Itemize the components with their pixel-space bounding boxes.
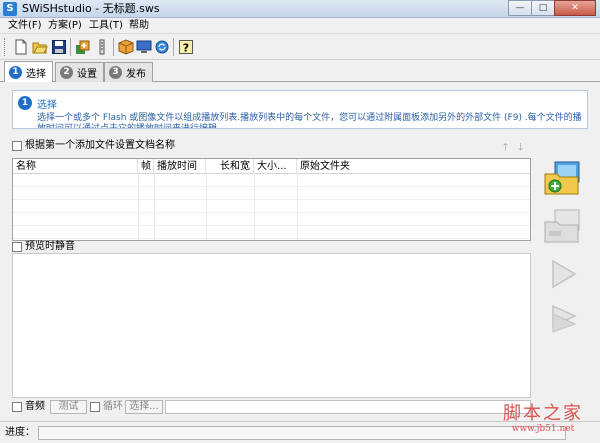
help-icon[interactable]: ?: [178, 39, 194, 55]
toolbar: ?: [0, 34, 600, 60]
tab-label: 发布: [126, 69, 146, 80]
column-divider: [206, 174, 207, 240]
menu-tools[interactable]: 工具(T): [89, 20, 123, 32]
table-row: [13, 187, 530, 200]
minimize-button[interactable]: —: [508, 0, 532, 16]
tab-label: 选择: [26, 69, 46, 80]
new-file-icon[interactable]: [13, 39, 29, 55]
column-header-dimensions[interactable]: 长和宽: [206, 159, 254, 174]
loop-label: 循环: [103, 401, 123, 412]
watermark-url: www.jb51.net: [511, 424, 575, 434]
table-row: [13, 200, 530, 213]
column-header-duration[interactable]: 播放时间: [154, 159, 206, 174]
toolbar-separator: [70, 38, 71, 56]
column-divider: [154, 174, 155, 240]
menu-help[interactable]: 帮助: [129, 20, 149, 32]
column-header-folder[interactable]: 原始文件夹: [297, 159, 530, 174]
info-box: 1 选择 选择一个或多个 Flash 或图像文件以组成播放列表.播放列表中的每个…: [12, 90, 588, 129]
column-header-name[interactable]: 名称: [13, 159, 138, 174]
open-folder-icon[interactable]: [32, 39, 48, 55]
step-number-badge: 3: [109, 66, 122, 79]
package-icon[interactable]: [118, 39, 134, 55]
info-description: 选择一个或多个 Flash 或图像文件以组成播放列表.播放列表中的每个文件，您可…: [37, 113, 582, 129]
progress-bar: [38, 426, 566, 440]
watermark-main: 脚本之家: [503, 403, 583, 424]
toolbar-separator: [173, 38, 174, 56]
remove-files-button[interactable]: [543, 208, 583, 244]
app-logo-icon: S: [3, 2, 17, 16]
preview-area: [12, 253, 531, 398]
properties-icon[interactable]: [94, 39, 110, 55]
menu-project[interactable]: 方案(P): [48, 20, 82, 32]
toolbar-grip[interactable]: [4, 38, 7, 56]
title-bar: S SWiSHstudio - 无标题.sws — □ ✕: [0, 0, 600, 18]
mute-preview-label: 预览时静音: [25, 241, 75, 252]
svg-text:?: ?: [183, 42, 189, 55]
tab-publish[interactable]: 3 发布: [104, 62, 153, 82]
table-row: [13, 174, 530, 187]
close-button[interactable]: ✕: [554, 0, 596, 16]
playlist[interactable]: 名称 帧 播放时间 长和宽 大小... 原始文件夹: [12, 158, 531, 241]
play-button[interactable]: [543, 256, 583, 292]
tab-settings[interactable]: 2 设置: [55, 62, 104, 82]
info-title: 选择: [37, 100, 57, 111]
screen-icon[interactable]: [136, 39, 152, 55]
progress-label: 进度：: [5, 427, 35, 438]
watermark: 脚本之家 www.jb51.net: [503, 403, 583, 435]
column-divider: [138, 174, 139, 240]
audio-file-field[interactable]: [165, 400, 531, 414]
tab-strip: 1 选择 2 设置 3 发布: [0, 60, 600, 83]
table-row: [13, 213, 530, 226]
table-row: [13, 226, 530, 239]
select-panel: 1 选择 选择一个或多个 Flash 或图像文件以组成播放列表.播放列表中的每个…: [0, 82, 600, 421]
move-up-icon[interactable]: 🡑: [503, 140, 508, 157]
save-icon[interactable]: [51, 39, 67, 55]
step-number-badge: 1: [9, 66, 22, 79]
tab-label: 设置: [77, 69, 97, 80]
playlist-header: 名称 帧 播放时间 长和宽 大小... 原始文件夹: [13, 159, 530, 174]
audio-label: 音频: [25, 401, 45, 412]
step-number-badge: 2: [60, 66, 73, 79]
test-button[interactable]: 测试: [50, 400, 87, 414]
column-divider: [254, 174, 255, 240]
audio-controls: 音频 测试 循环 选择...: [12, 399, 531, 417]
skip-button[interactable]: [543, 300, 583, 336]
add-files-large-button[interactable]: [543, 160, 583, 196]
name-from-first-label: 根据第一个添加文件设置文档名称: [25, 140, 175, 151]
toolbar-separator: [113, 38, 114, 56]
window-title: SWiSHstudio - 无标题.sws: [22, 2, 160, 15]
move-down-icon[interactable]: 🡓: [518, 140, 523, 157]
mute-preview-checkbox[interactable]: [12, 242, 22, 252]
step-number-badge: 1: [18, 96, 32, 110]
column-header-frames[interactable]: 帧: [138, 159, 154, 174]
tab-select[interactable]: 1 选择: [4, 61, 53, 83]
select-audio-button[interactable]: 选择...: [125, 400, 163, 414]
column-divider: [297, 174, 298, 240]
maximize-button[interactable]: □: [531, 0, 555, 16]
menu-bar: 文件(F) 方案(P) 工具(T) 帮助: [0, 18, 600, 34]
audio-checkbox[interactable]: [12, 402, 22, 412]
add-files-icon[interactable]: [75, 39, 91, 55]
name-from-first-checkbox[interactable]: [12, 141, 22, 151]
loop-checkbox[interactable]: [90, 402, 100, 412]
column-header-size[interactable]: 大小...: [254, 159, 297, 174]
refresh-icon[interactable]: [154, 39, 170, 55]
menu-file[interactable]: 文件(F): [8, 20, 42, 32]
